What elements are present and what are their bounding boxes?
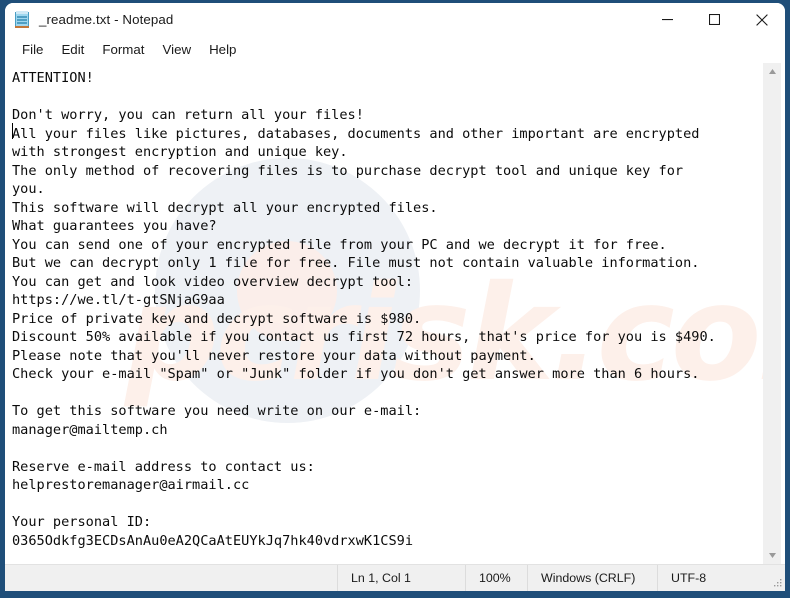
menu-item-view[interactable]: View [153, 39, 200, 61]
menu-item-format[interactable]: Format [93, 39, 153, 61]
status-line-ending[interactable]: Windows (CRLF) [527, 565, 657, 591]
vertical-scrollbar[interactable] [763, 63, 781, 564]
scroll-up-arrow-icon[interactable] [764, 63, 781, 80]
window-title: _readme.txt - Notepad [39, 12, 174, 27]
menu-bar: File Edit Format View Help [5, 36, 785, 63]
editor-right-gutter [781, 63, 785, 564]
menu-item-help[interactable]: Help [200, 39, 245, 61]
window-controls [644, 3, 785, 36]
status-encoding[interactable]: UTF-8 [657, 565, 771, 591]
close-button[interactable] [738, 3, 785, 36]
title-bar-left: _readme.txt - Notepad [5, 11, 644, 28]
minimize-button[interactable] [644, 3, 691, 36]
menu-item-file[interactable]: File [13, 39, 52, 61]
ransom-note-text[interactable]: ATTENTION! Don't worry, you can return a… [12, 69, 763, 550]
resize-grip-icon[interactable] [771, 565, 785, 591]
maximize-button[interactable] [691, 3, 738, 36]
title-bar[interactable]: _readme.txt - Notepad [5, 3, 785, 36]
desktop-background: _readme.txt - Notepad File Edit Format V… [0, 0, 790, 598]
notepad-window: _readme.txt - Notepad File Edit Format V… [5, 3, 785, 591]
scroll-down-arrow-icon[interactable] [764, 547, 781, 564]
status-line-column[interactable]: Ln 1, Col 1 [337, 565, 465, 591]
editor-region: pcrisk.com ATTENTION! Don't worry, you c… [5, 63, 785, 564]
status-bar: Ln 1, Col 1 100% Windows (CRLF) UTF-8 [5, 564, 785, 591]
status-zoom-level[interactable]: 100% [465, 565, 527, 591]
menu-item-edit[interactable]: Edit [52, 39, 93, 61]
text-editor[interactable]: pcrisk.com ATTENTION! Don't worry, you c… [5, 63, 763, 564]
notepad-icon [14, 11, 31, 28]
